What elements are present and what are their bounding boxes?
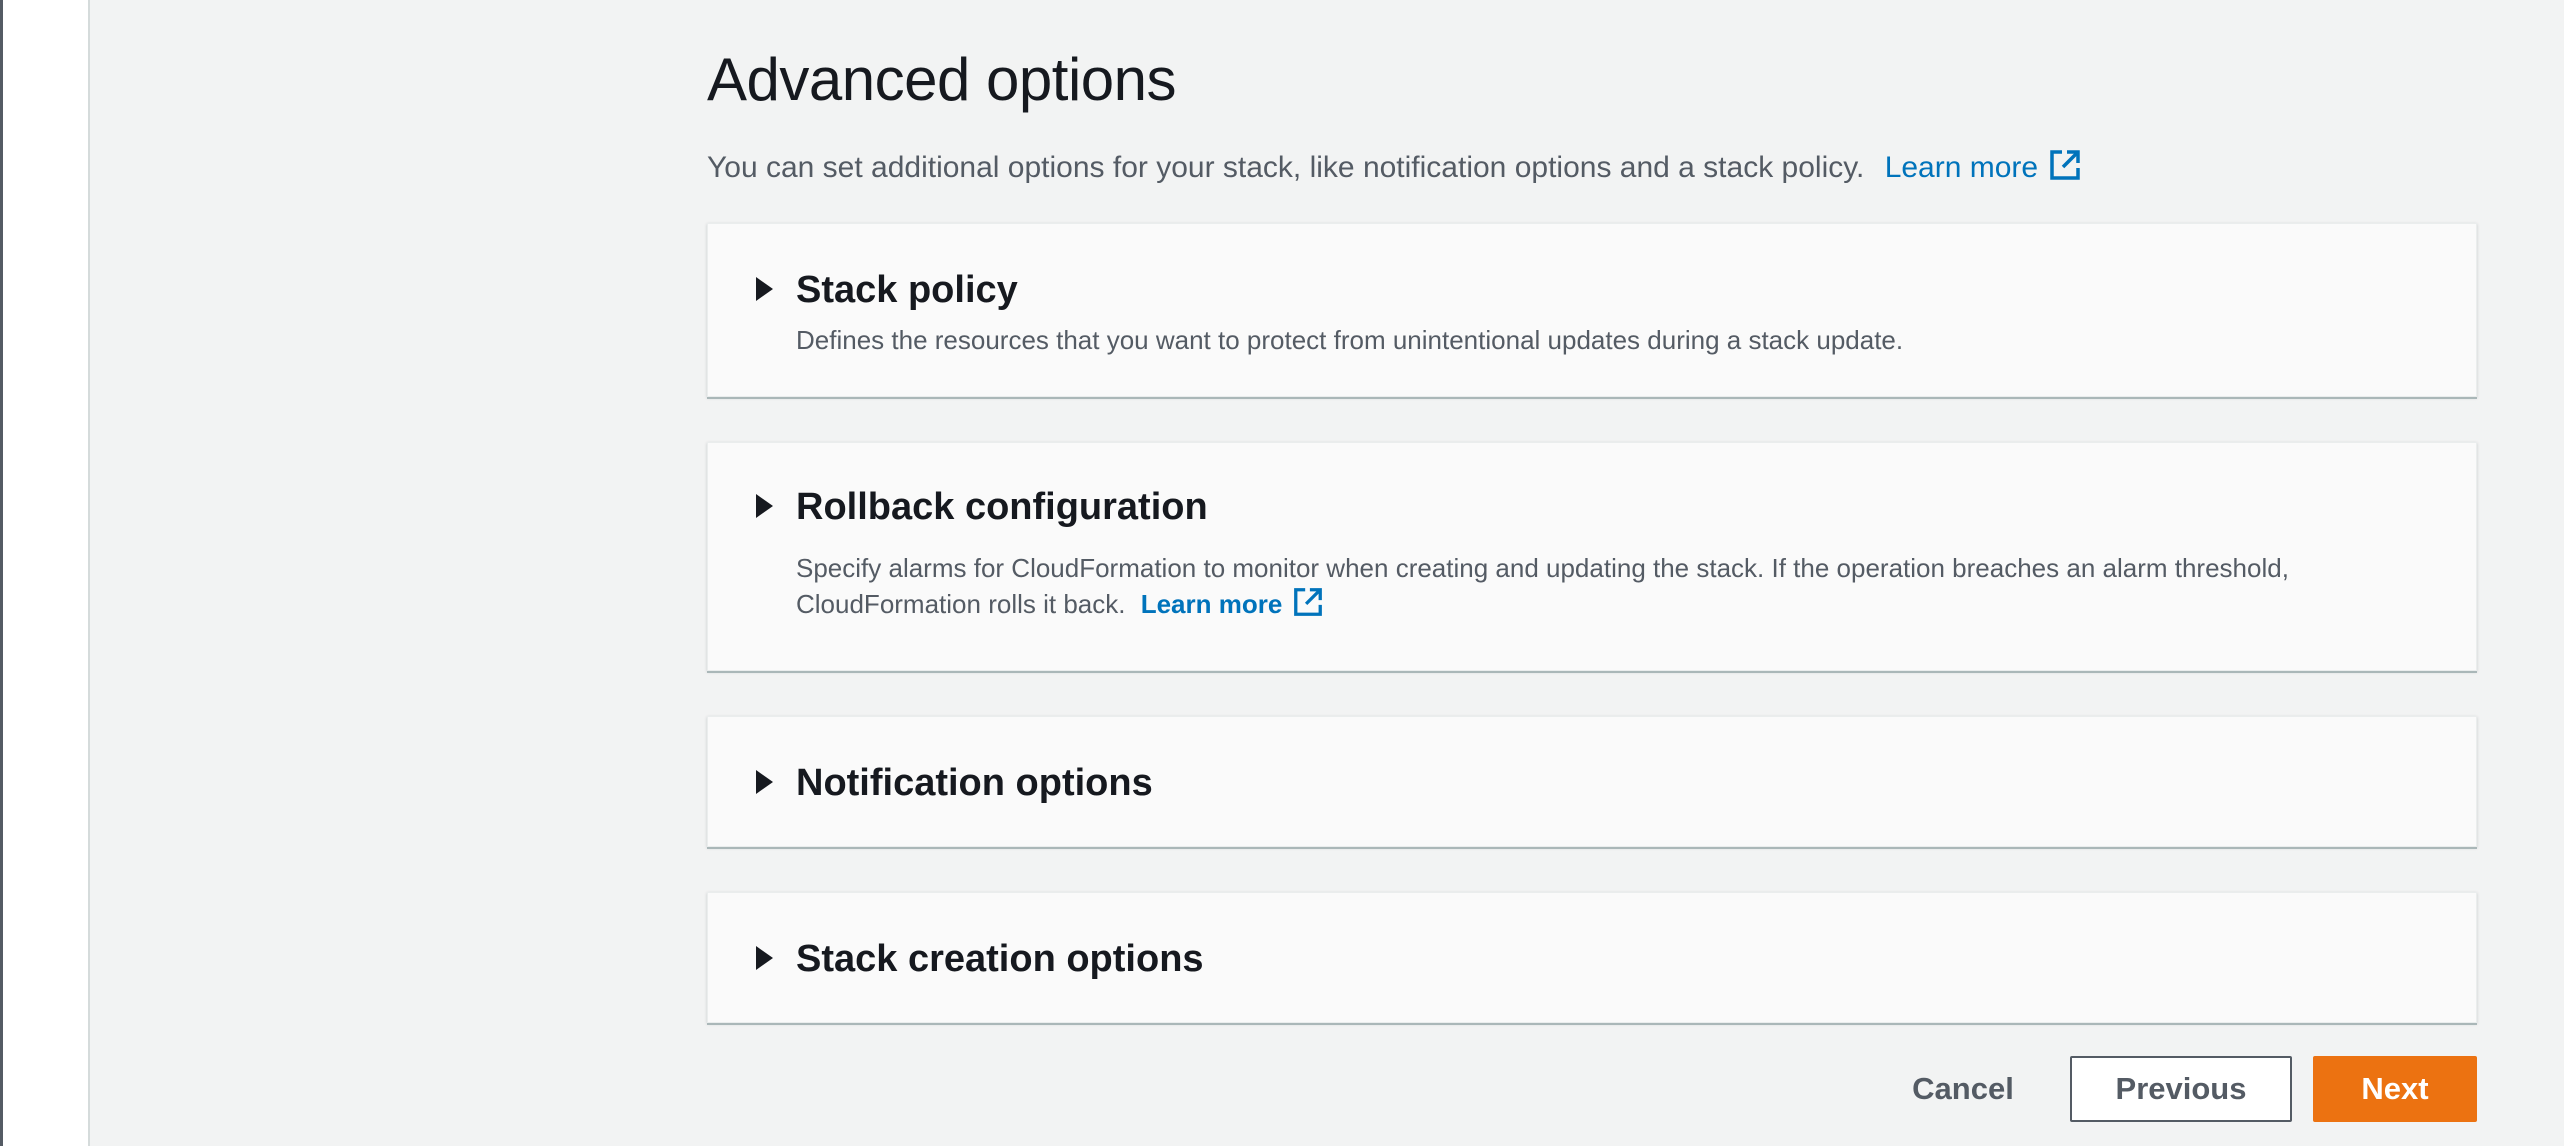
page-description: You can set additional options for your … — [707, 146, 2082, 195]
caret-right-icon — [756, 946, 773, 970]
external-link-icon — [1292, 586, 1324, 627]
window-edge — [0, 0, 3, 1146]
rollback-configuration-description: Specify alarms for CloudFormation to mon… — [796, 551, 2436, 627]
previous-button[interactable]: Previous — [2070, 1056, 2292, 1122]
stack-creation-options-panel: Stack creation options — [707, 892, 2477, 1023]
external-link-icon — [2048, 148, 2082, 195]
stack-creation-options-expand-toggle[interactable]: Stack creation options — [708, 893, 2476, 1024]
rollback-learn-more-label: Learn more — [1140, 589, 1283, 619]
learn-more-label: Learn more — [1884, 151, 2039, 184]
caret-right-icon — [756, 770, 773, 794]
stack-policy-panel: Stack policy Defines the resources that … — [707, 223, 2477, 397]
page-title: Advanced options — [707, 46, 1177, 113]
caret-right-icon — [756, 277, 773, 301]
next-button[interactable]: Next — [2313, 1056, 2477, 1122]
stack-policy-title: Stack policy — [796, 269, 1018, 311]
cancel-button[interactable]: Cancel — [1883, 1056, 2043, 1122]
stack-creation-options-title: Stack creation options — [796, 938, 1204, 980]
page-description-text: You can set additional options for your … — [707, 151, 1865, 184]
notification-options-expand-toggle[interactable]: Notification options — [708, 717, 2476, 848]
rollback-configuration-description-text: Specify alarms for CloudFormation to mon… — [796, 553, 2289, 619]
stack-policy-description: Defines the resources that you want to p… — [796, 325, 1904, 355]
learn-more-link[interactable]: Learn more — [1884, 150, 2082, 184]
rollback-configuration-title: Rollback configuration — [796, 486, 1208, 528]
notification-options-title: Notification options — [796, 762, 1153, 804]
rollback-configuration-panel: Rollback configuration Specify alarms fo… — [707, 442, 2477, 671]
left-navigation-strip — [0, 0, 90, 1146]
rollback-learn-more-link[interactable]: Learn more — [1140, 588, 1325, 619]
rollback-configuration-expand-toggle[interactable]: Rollback configuration — [708, 443, 2476, 533]
notification-options-panel: Notification options — [707, 716, 2477, 847]
caret-right-icon — [756, 494, 773, 518]
stack-policy-expand-toggle[interactable]: Stack policy — [708, 224, 2476, 314]
